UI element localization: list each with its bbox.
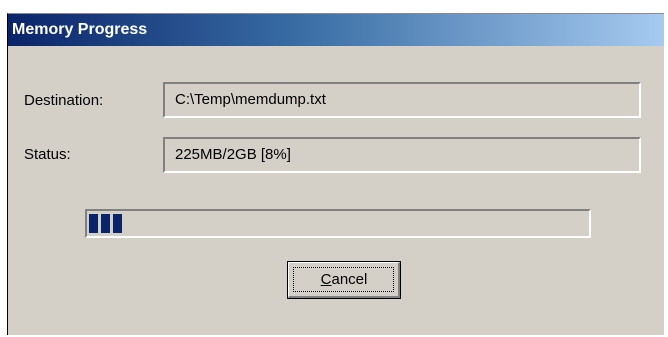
progress-bar xyxy=(85,209,591,238)
status-value: 225MB/2GB [8%] xyxy=(175,146,291,163)
progress-block xyxy=(113,214,122,233)
destination-value: C:\Temp\memdump.txt xyxy=(175,91,326,108)
cancel-label-rest: ancel xyxy=(331,271,368,288)
progress-fill xyxy=(89,214,125,233)
cancel-button-label: Cancel xyxy=(288,271,400,289)
status-field: 225MB/2GB [8%] xyxy=(163,137,641,173)
memory-progress-dialog: Memory Progress Destination: C:\Temp\mem… xyxy=(7,13,664,335)
progress-block xyxy=(89,214,98,233)
destination-label: Destination: xyxy=(24,92,104,109)
destination-field: C:\Temp\memdump.txt xyxy=(163,82,641,118)
progress-block xyxy=(101,214,110,233)
cancel-button[interactable]: Cancel xyxy=(287,261,401,299)
status-label: Status: xyxy=(24,146,71,163)
cancel-mnemonic: C xyxy=(320,271,332,288)
title-bar[interactable]: Memory Progress xyxy=(8,14,664,46)
window-title: Memory Progress xyxy=(12,21,148,38)
